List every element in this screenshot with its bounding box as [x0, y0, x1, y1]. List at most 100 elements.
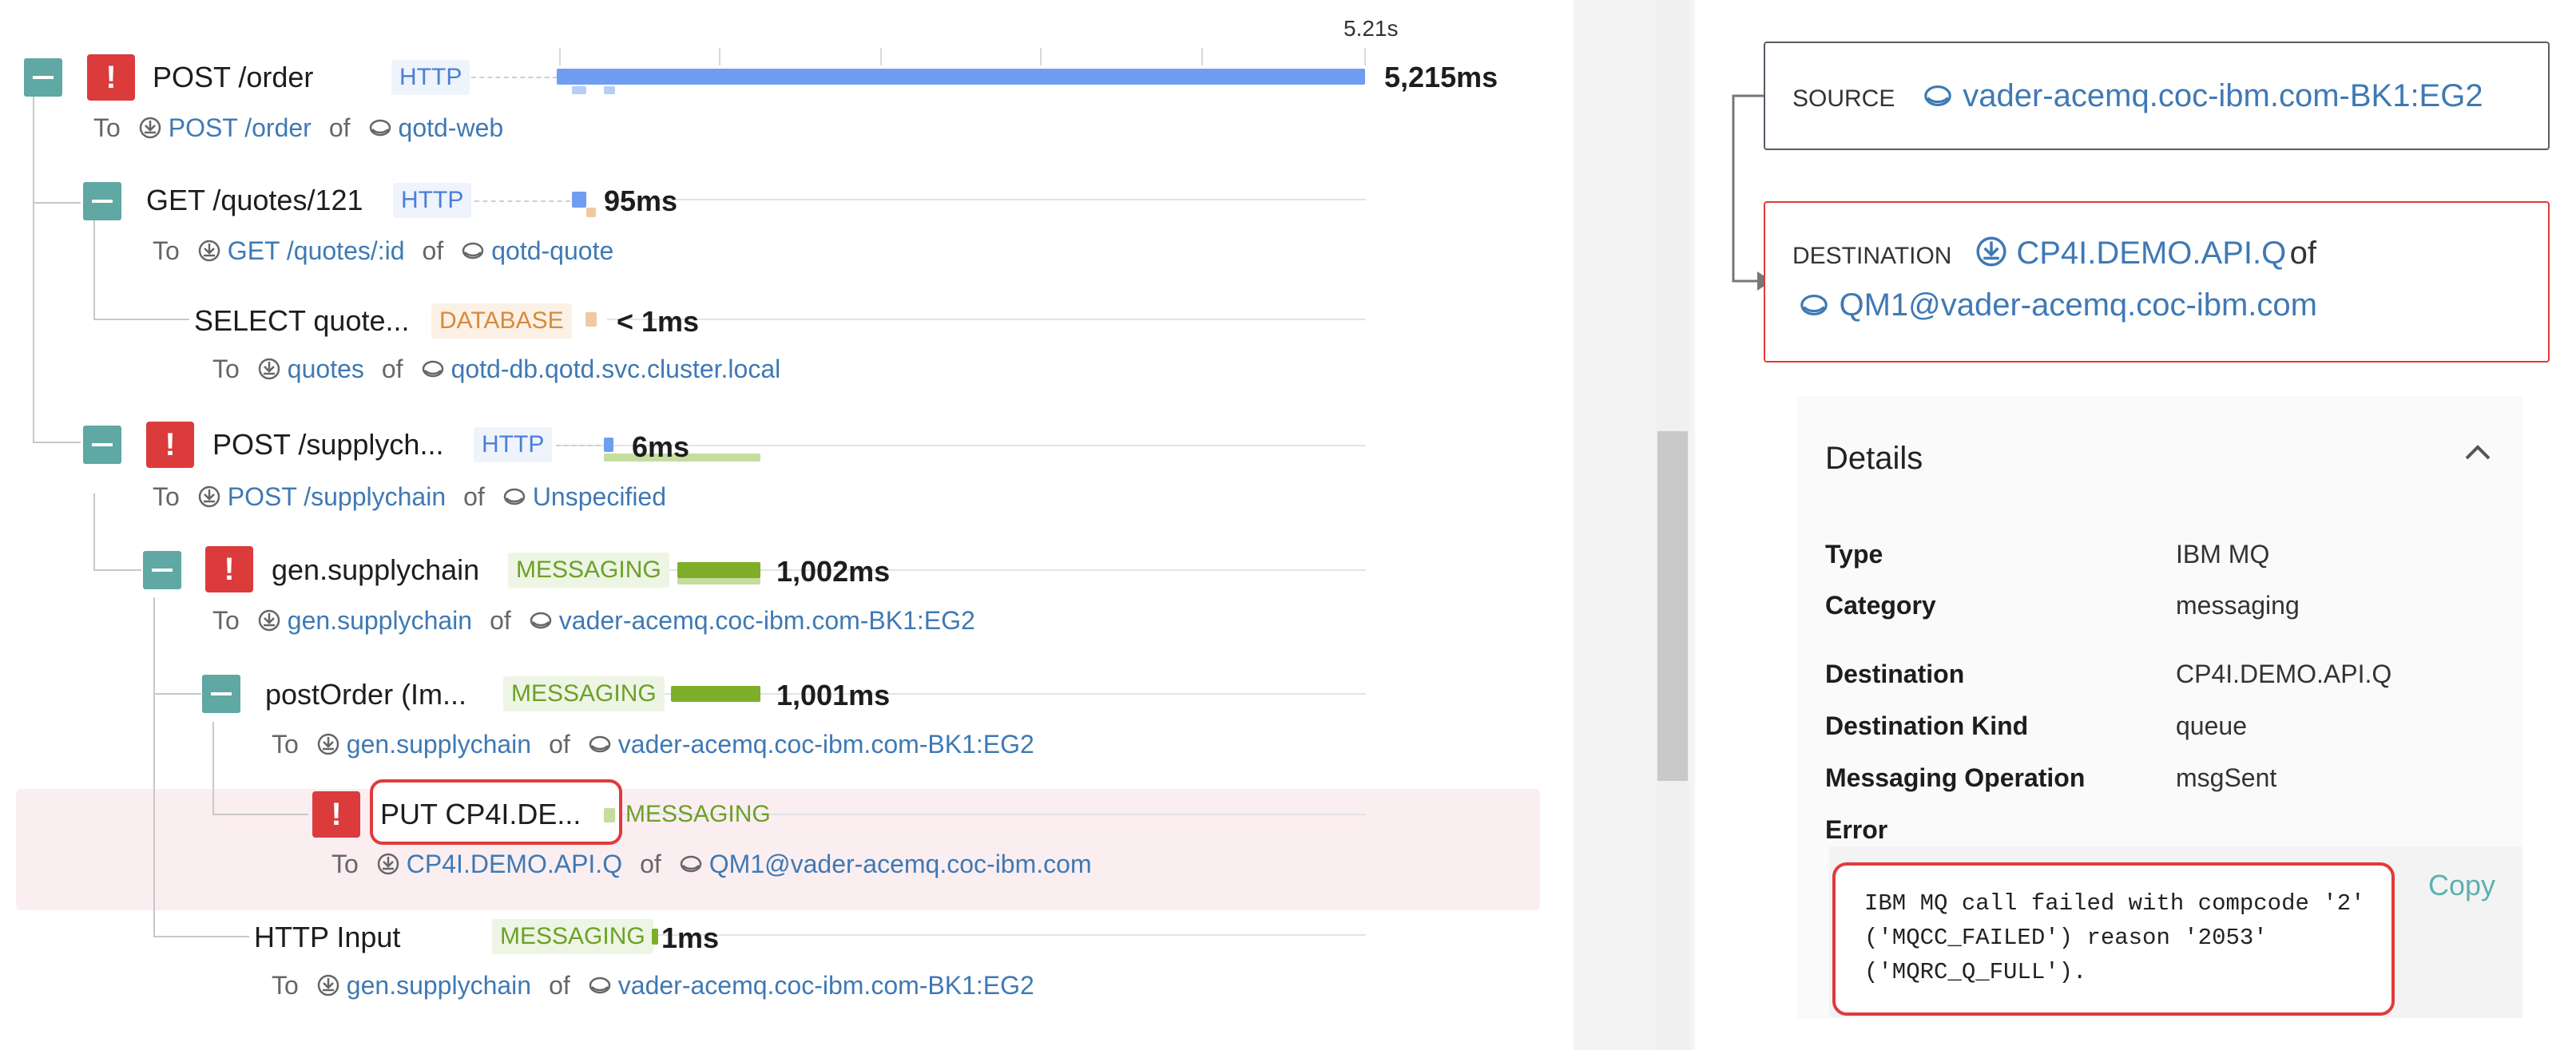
span-sub-bar	[677, 578, 760, 584]
endpoint-link[interactable]: POST /order	[169, 113, 312, 142]
detail-value: messaging	[2176, 591, 2300, 620]
endpoint-link[interactable]: CP4I.DEMO.API.Q	[407, 850, 622, 878]
service-icon	[1800, 295, 1828, 315]
service-link[interactable]: qotd-quote	[491, 236, 613, 265]
span-route: To POST /order of qotd-web	[93, 113, 503, 143]
span-name[interactable]: POST /supplych...	[212, 428, 443, 462]
service-link[interactable]: QM1@vader-acemq.coc-ibm.com	[709, 850, 1092, 878]
endpoint-link[interactable]: GET /quotes/:id	[228, 236, 405, 265]
of-label: of	[422, 236, 444, 265]
span-route: To POST /supplychain of Unspecified	[153, 482, 666, 512]
endpoint-link[interactable]: gen.supplychain	[347, 971, 531, 1000]
span-duration: 1,002ms	[776, 555, 891, 588]
details-title[interactable]: Details	[1825, 441, 1923, 477]
span-type-badge: MESSAGING	[492, 919, 653, 954]
service-link[interactable]: vader-acemq.coc-ibm.com-BK1:EG2	[559, 606, 975, 635]
service-icon	[589, 977, 611, 994]
span-name[interactable]: gen.supplychain	[272, 553, 479, 587]
collapse-toggle[interactable]	[143, 551, 181, 589]
timeline-total-label: 5.21s	[1344, 16, 1399, 41]
service-link[interactable]: qotd-web	[399, 113, 504, 142]
service-link[interactable]: vader-acemq.coc-ibm.com-BK1:EG2	[618, 971, 1034, 1000]
span-duration-bar	[557, 69, 1365, 85]
service-link[interactable]: Unspecified	[533, 482, 666, 511]
connector-dash	[474, 200, 570, 202]
span-name[interactable]: HTTP Input	[254, 921, 400, 954]
to-label: To	[272, 730, 299, 759]
to-label: To	[153, 482, 180, 511]
endpoint-icon	[258, 609, 280, 632]
of-label: of	[2289, 236, 2317, 271]
span-name[interactable]: SELECT quote...	[194, 304, 410, 338]
span-sub-bar	[604, 86, 615, 94]
to-label: To	[212, 355, 240, 383]
endpoint-icon	[198, 485, 220, 508]
timeline-tick	[559, 48, 561, 65]
to-label: To	[331, 850, 359, 878]
tree-line	[212, 722, 214, 814]
span-duration-bar	[671, 686, 760, 702]
detail-value: IBM MQ	[2176, 540, 2270, 569]
detail-key: Type	[1825, 540, 1883, 569]
copy-button[interactable]: Copy	[2428, 869, 2495, 902]
service-icon	[1924, 85, 1951, 106]
span-duration: 95ms	[604, 184, 678, 217]
span-sub-bar	[604, 808, 615, 822]
timeline-tick	[1040, 48, 1042, 65]
span-type-badge: HTTP	[393, 183, 472, 218]
destination-manager-link[interactable]: QM1@vader-acemq.coc-ibm.com	[1839, 287, 2317, 323]
tree-line	[153, 693, 201, 695]
span-duration: 1,001ms	[776, 679, 891, 711]
chevron-up-icon[interactable]	[2462, 441, 2494, 463]
row-separator	[607, 319, 1366, 320]
endpoint-link[interactable]: quotes	[288, 355, 364, 383]
service-icon	[503, 488, 526, 505]
scrollbar-thumb[interactable]	[1657, 431, 1688, 781]
tree-line	[33, 442, 81, 443]
endpoint-link[interactable]: gen.supplychain	[347, 730, 531, 759]
collapse-toggle[interactable]	[202, 675, 240, 713]
tree-line	[93, 319, 189, 320]
service-icon	[369, 119, 391, 137]
detail-value: CP4I.DEMO.API.Q	[2176, 660, 2392, 688]
service-icon	[530, 612, 552, 629]
collapse-toggle[interactable]	[83, 182, 121, 220]
endpoint-link[interactable]: gen.supplychain	[288, 606, 472, 635]
span-route: To gen.supplychain of vader-acemq.coc-ibm.c…	[272, 971, 1034, 1000]
timeline-tick	[880, 48, 882, 65]
span-duration: < 1ms	[617, 305, 700, 338]
span-duration-bar	[652, 929, 658, 945]
of-label: of	[640, 850, 661, 878]
span-duration: 6ms	[632, 430, 690, 463]
span-sub-bar	[572, 86, 586, 94]
span-name[interactable]: postOrder (Im...	[265, 678, 466, 711]
span-type-badge: DATABASE	[431, 303, 572, 339]
source-label: SOURCE	[1792, 85, 1895, 112]
service-link[interactable]: qotd-db.qotd.svc.cluster.local	[451, 355, 781, 383]
span-name[interactable]: PUT CP4I.DE...	[380, 798, 581, 831]
span-type-badge: MESSAGING	[625, 801, 771, 827]
of-label: of	[549, 971, 570, 1000]
tree-line	[93, 217, 95, 319]
destination-queue-link[interactable]: CP4I.DEMO.API.Q	[2016, 236, 2286, 271]
span-route: To CP4I.DEMO.API.Q of QM1@vader-acemq.coc-i…	[331, 850, 1092, 879]
span-duration-bar	[572, 192, 586, 208]
source-service-link[interactable]: vader-acemq.coc-ibm.com-BK1:EG2	[1963, 78, 2483, 113]
collapse-toggle[interactable]	[83, 426, 121, 464]
service-link[interactable]: vader-acemq.coc-ibm.com-BK1:EG2	[618, 730, 1034, 759]
destination-card: DESTINATION CP4I.DEMO.API.Q of QM1@vader…	[1764, 201, 2550, 363]
error-key: Error	[1825, 815, 1888, 844]
endpoint-icon	[317, 974, 339, 997]
endpoint-link[interactable]: POST /supplychain	[228, 482, 446, 511]
span-name[interactable]: GET /quotes/121	[146, 184, 363, 217]
span-name[interactable]: POST /order	[153, 61, 313, 94]
to-label: To	[153, 236, 180, 265]
collapse-toggle[interactable]	[24, 58, 62, 97]
span-type-badge: HTTP	[391, 60, 470, 95]
span-type-badge: MESSAGING	[503, 676, 665, 711]
to-label: To	[212, 606, 240, 635]
of-label: of	[463, 482, 485, 511]
destination-label: DESTINATION	[1792, 243, 1952, 269]
source-line: SOURCE vader-acemq.coc-ibm.com-BK1:EG2	[1792, 78, 2483, 114]
span-duration: 5,215ms	[1384, 61, 1498, 93]
